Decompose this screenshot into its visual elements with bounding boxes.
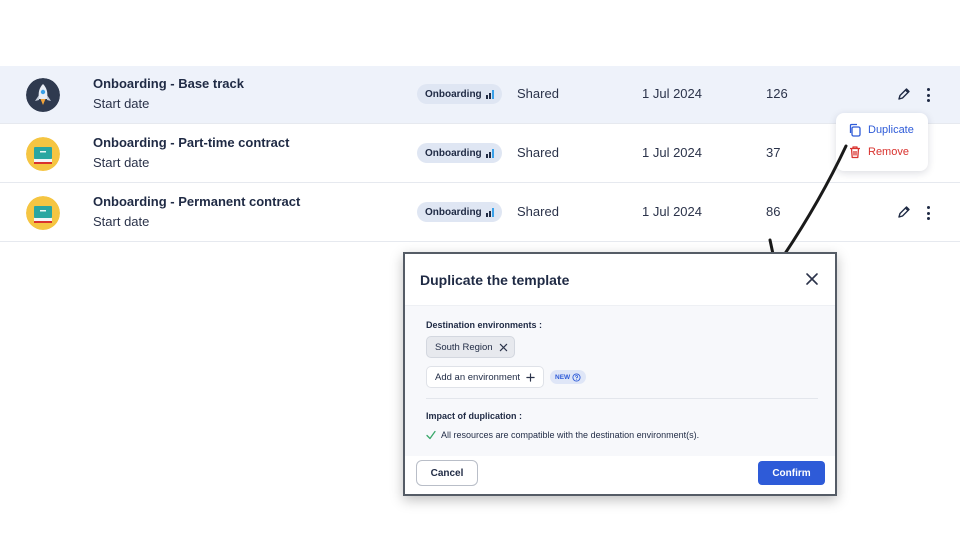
dialog-header: Duplicate the template <box>405 254 835 306</box>
add-environment-button[interactable]: Add an environment <box>426 366 545 388</box>
usage-count: 126 <box>766 86 788 101</box>
category-tag-label: Onboarding <box>425 206 482 218</box>
visibility-status: Shared <box>517 86 559 101</box>
new-badge-label: NEW <box>555 373 571 381</box>
book-icon <box>26 137 60 171</box>
bar-chart-icon <box>485 148 494 158</box>
bar-chart-icon <box>485 89 494 99</box>
usage-count: 86 <box>766 204 781 219</box>
remove-chip-icon[interactable] <box>499 343 508 352</box>
impact-label: Impact of duplication : <box>426 411 522 421</box>
duplicate-menu-item[interactable]: Duplicate <box>848 123 914 137</box>
duplicate-template-dialog: Duplicate the template Destination envir… <box>403 252 837 496</box>
pencil-icon[interactable] <box>896 204 912 220</box>
section-divider <box>426 398 818 399</box>
plus-icon <box>526 372 535 382</box>
remove-menu-item[interactable]: Remove <box>848 145 909 159</box>
new-badge: NEW <box>550 370 587 384</box>
usage-count: 37 <box>766 145 781 160</box>
dialog-title: Duplicate the template <box>420 272 570 288</box>
template-trigger: Start date <box>93 214 150 229</box>
visibility-status: Shared <box>517 204 559 219</box>
add-environment-label: Add an environment <box>435 371 521 383</box>
close-icon[interactable] <box>804 271 820 287</box>
template-date: 1 Jul 2024 <box>642 145 702 160</box>
destination-label: Destination environments : <box>426 320 543 330</box>
category-tag-label: Onboarding <box>425 88 482 100</box>
duplicate-label: Duplicate <box>868 124 914 136</box>
table-row[interactable]: Onboarding - Base track Start date Onboa… <box>0 66 960 124</box>
category-tag-label: Onboarding <box>425 147 482 159</box>
copy-icon <box>849 123 861 137</box>
confirm-button[interactable]: Confirm <box>758 461 825 485</box>
rocket-icon <box>26 78 60 112</box>
category-tag: Onboarding <box>417 202 502 222</box>
check-icon <box>426 430 436 440</box>
template-title[interactable]: Onboarding - Permanent contract <box>93 194 300 209</box>
visibility-status: Shared <box>517 145 559 160</box>
category-tag: Onboarding <box>417 84 502 104</box>
environment-chip: South Region <box>426 336 515 358</box>
compatibility-status: All resources are compatible with the de… <box>426 430 699 440</box>
compatibility-message: All resources are compatible with the de… <box>441 430 700 440</box>
template-title[interactable]: Onboarding - Part-time contract <box>93 135 289 150</box>
more-vertical-icon[interactable] <box>922 204 934 222</box>
template-trigger: Start date <box>93 96 150 111</box>
table-row[interactable]: Onboarding - Part-time contract Start da… <box>0 125 960 183</box>
bar-chart-icon <box>485 207 494 217</box>
environment-chip-label: South Region <box>435 341 493 353</box>
trash-icon <box>850 146 860 159</box>
template-trigger: Start date <box>93 155 150 170</box>
help-icon[interactable] <box>572 372 581 382</box>
template-date: 1 Jul 2024 <box>642 86 702 101</box>
more-vertical-icon[interactable] <box>922 86 934 104</box>
pencil-icon[interactable] <box>896 86 912 102</box>
book-icon <box>26 196 60 230</box>
category-tag: Onboarding <box>417 143 502 163</box>
template-date: 1 Jul 2024 <box>642 204 702 219</box>
remove-label: Remove <box>868 146 909 158</box>
row-actions-menu: Duplicate Remove <box>836 113 928 171</box>
table-row[interactable]: Onboarding - Permanent contract Start da… <box>0 184 960 242</box>
template-title[interactable]: Onboarding - Base track <box>93 76 244 91</box>
cancel-button[interactable]: Cancel <box>416 460 478 486</box>
